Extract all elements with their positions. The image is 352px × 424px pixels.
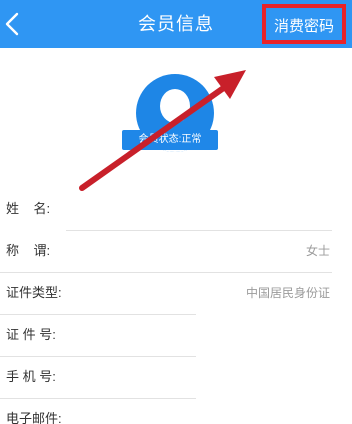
field-label: 手 机 号: <box>6 369 56 384</box>
field-email[interactable]: 电子邮件: <box>0 398 352 424</box>
member-status-badge: 会员状态:正常 <box>122 130 218 150</box>
back-button[interactable] <box>0 0 34 48</box>
field-label: 姓 名: <box>6 201 51 216</box>
field-phone[interactable]: 手 机 号: <box>0 356 352 398</box>
field-id-type[interactable]: 证件类型: 中国居民身份证 <box>0 272 352 314</box>
field-label: 证 件 号: <box>6 327 56 342</box>
field-value: 女士 <box>305 244 330 258</box>
field-label: 称 谓: <box>6 243 51 258</box>
field-value: 中国居民身份证 <box>245 286 330 300</box>
chevron-left-icon <box>5 12 19 36</box>
field-name[interactable]: 姓 名: <box>0 188 352 230</box>
header-bar: 会员信息 消费密码 <box>0 0 352 48</box>
field-title[interactable]: 称 谓: 女士 <box>0 230 352 272</box>
consumption-password-button[interactable]: 消费密码 <box>262 4 346 44</box>
field-label: 证件类型: <box>6 285 62 300</box>
field-label: 电子邮件: <box>6 411 62 424</box>
profile-section: 会员状态:正常 <box>0 48 352 188</box>
field-id-number[interactable]: 证 件 号: <box>0 314 352 356</box>
